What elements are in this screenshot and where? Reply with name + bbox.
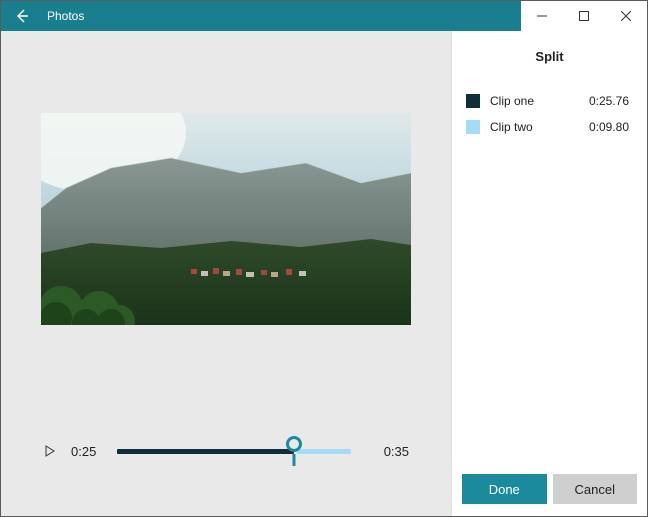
preview-container: [1, 31, 451, 406]
clip-swatch-icon: [466, 94, 480, 108]
minimize-button[interactable]: [521, 1, 563, 31]
clip-two-bar: [297, 449, 351, 454]
video-panel: 0:25 0:35: [1, 31, 451, 516]
titlebar: Photos: [1, 1, 647, 31]
window-controls: [521, 1, 647, 31]
panel-title: Split: [452, 31, 647, 88]
clip-duration: 0:09.80: [589, 120, 629, 134]
close-icon: [621, 11, 631, 21]
app-window: Photos: [0, 0, 648, 517]
split-panel: Split Clip one 0:25.76 Clip two 0:09.80 …: [451, 31, 647, 516]
timeline: 0:25 0:35: [1, 406, 451, 516]
clip-name: Clip two: [490, 120, 579, 134]
play-icon: [45, 445, 55, 457]
clip-one-bar: [117, 449, 294, 454]
done-button[interactable]: Done: [462, 474, 547, 504]
back-icon: [14, 8, 30, 24]
split-handle[interactable]: [286, 436, 302, 452]
clip-row: Clip two 0:09.80: [452, 114, 647, 140]
current-time: 0:25: [71, 444, 103, 459]
back-button[interactable]: [1, 1, 43, 31]
maximize-icon: [579, 11, 589, 21]
clip-name: Clip one: [490, 94, 579, 108]
play-button[interactable]: [43, 443, 57, 459]
clip-row: Clip one 0:25.76: [452, 88, 647, 114]
app-body: 0:25 0:35 Split Clip one 0:25.76 Clip tw…: [1, 31, 647, 516]
total-time: 0:35: [377, 444, 409, 459]
minimize-icon: [537, 11, 547, 21]
panel-buttons: Done Cancel: [452, 464, 647, 516]
timeline-track[interactable]: [117, 442, 363, 460]
preview-frame-image: [41, 113, 411, 325]
maximize-button[interactable]: [563, 1, 605, 31]
app-title: Photos: [43, 9, 84, 23]
close-button[interactable]: [605, 1, 647, 31]
cancel-button[interactable]: Cancel: [553, 474, 638, 504]
clip-swatch-icon: [466, 120, 480, 134]
video-preview[interactable]: [41, 113, 411, 325]
clip-duration: 0:25.76: [589, 94, 629, 108]
